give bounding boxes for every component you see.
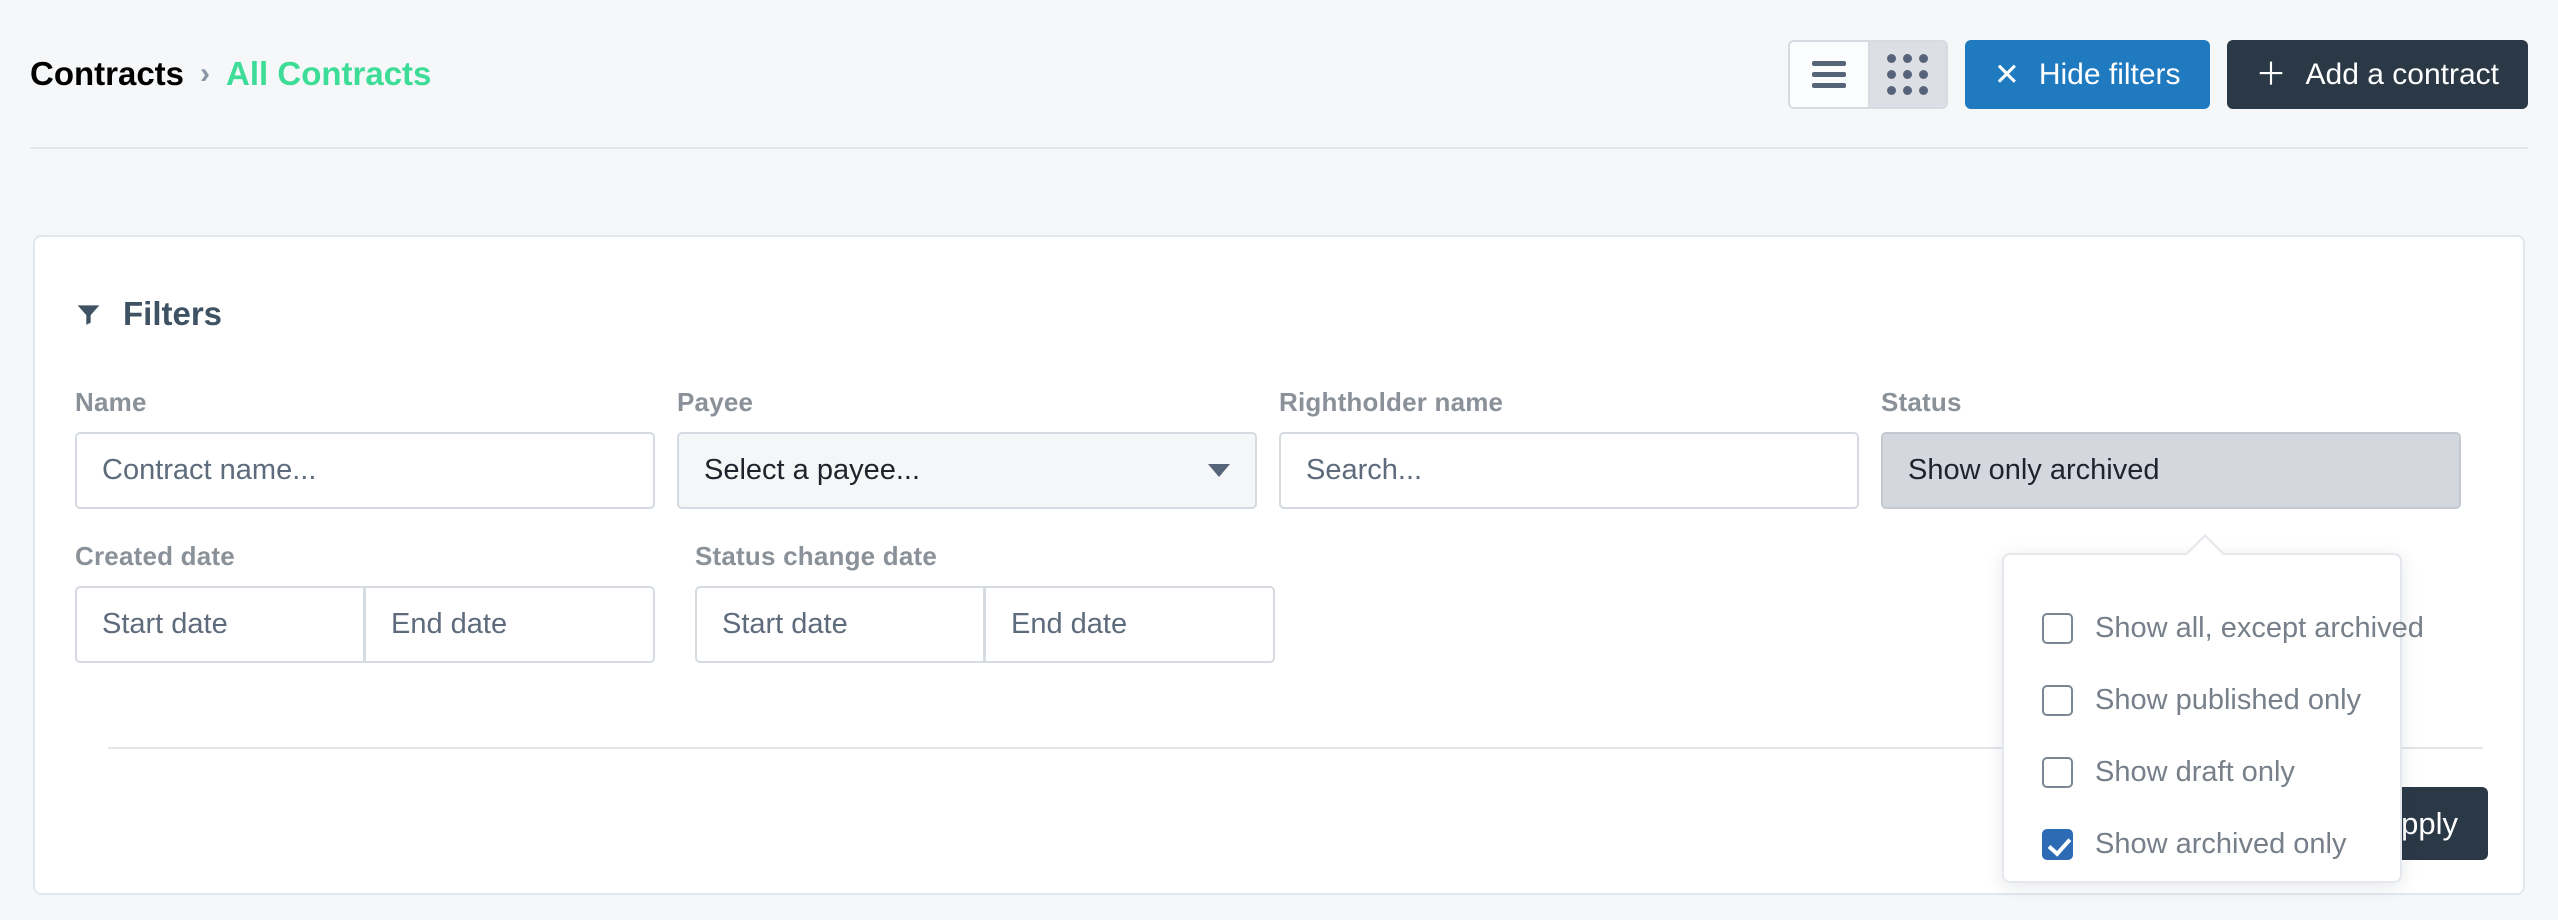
plus-icon: ＋ [2255,57,2287,92]
status-option-label: Show archived only [2095,827,2347,860]
chevron-down-icon [1208,464,1230,477]
dropdown-caret-icon [2186,537,2224,556]
rightholder-search-input[interactable] [1279,432,1859,509]
add-contract-label: Add a contract [2305,57,2499,91]
status-option-list: Show all, except archived Show published… [2042,592,2424,880]
filters-title: Filters [75,295,222,333]
status-dropdown-menu: Show all, except archived Show published… [2002,534,2424,883]
field-payee-label: Payee [677,387,754,417]
list-view-icon [1811,61,1846,88]
name-input[interactable] [75,432,655,509]
field-status: Status Show only archived [1881,387,2483,509]
breadcrumb: Contracts › All Contracts [30,55,431,93]
created-date-range [75,586,695,663]
hide-filters-button[interactable]: ✕ Hide filters [1964,40,2210,109]
funnel-icon [77,305,100,325]
status-option-show-all-except-archived[interactable]: Show all, except archived [2042,592,2424,664]
header-divider [30,147,2528,149]
field-name: Name [75,387,677,509]
chevron-right-icon: › [200,57,211,90]
created-date-start-input[interactable] [75,586,365,663]
close-icon: ✕ [1993,57,2020,92]
checkbox-icon[interactable] [2042,684,2073,716]
created-date-end-input[interactable] [365,586,655,663]
status-select[interactable]: Show only archived [1881,432,2461,509]
status-option-label: Show all, except archived [2095,611,2424,644]
status-option-show-archived-only[interactable]: Show archived only [2042,808,2380,880]
field-status-change-date-label: Status change date [695,541,937,571]
status-change-date-end-input[interactable] [985,586,1275,663]
view-mode-list-button[interactable] [1789,42,1868,107]
filters-title-label: Filters [123,295,223,332]
page-header: Contracts › All Contracts ✕ Hide filters… [0,0,2558,149]
view-mode-toggle [1787,40,1948,109]
status-change-date-start-input[interactable] [695,586,985,663]
checkbox-checked-icon[interactable] [2042,828,2073,860]
filters-row-1: Name Payee Select a payee... Rightholder… [75,387,2483,509]
payee-select[interactable]: Select a payee... [677,432,1257,509]
hide-filters-label: Hide filters [2038,57,2181,91]
breadcrumb-item-all-contracts[interactable]: All Contracts [226,55,431,93]
field-rightholder: Rightholder name [1279,387,1881,509]
checkbox-icon[interactable] [2042,612,2073,644]
field-created-date: Created date [75,541,695,663]
field-payee: Payee Select a payee... [677,387,1279,509]
status-option-label: Show published only [2095,683,2362,716]
status-option-label: Show draft only [2095,755,2295,788]
header-toolbar: ✕ Hide filters ＋ Add a contract [1787,40,2528,109]
add-contract-button[interactable]: ＋ Add a contract [2226,40,2528,109]
checkbox-icon[interactable] [2042,756,2073,788]
field-created-date-label: Created date [75,541,235,571]
status-option-show-published-only[interactable]: Show published only [2042,664,2380,736]
field-rightholder-label: Rightholder name [1279,387,1504,417]
grid-view-icon [1887,54,1929,95]
status-select-value: Show only archived [1908,454,2160,486]
status-change-date-range [695,586,1315,663]
view-mode-grid-button[interactable] [1867,42,1946,107]
field-name-label: Name [75,387,147,417]
field-status-change-date: Status change date [695,541,1315,663]
payee-select-value: Select a payee... [704,454,921,486]
field-status-label: Status [1881,387,1962,417]
status-option-show-draft-only[interactable]: Show draft only [2042,736,2380,808]
breadcrumb-item-contracts[interactable]: Contracts [30,55,184,93]
